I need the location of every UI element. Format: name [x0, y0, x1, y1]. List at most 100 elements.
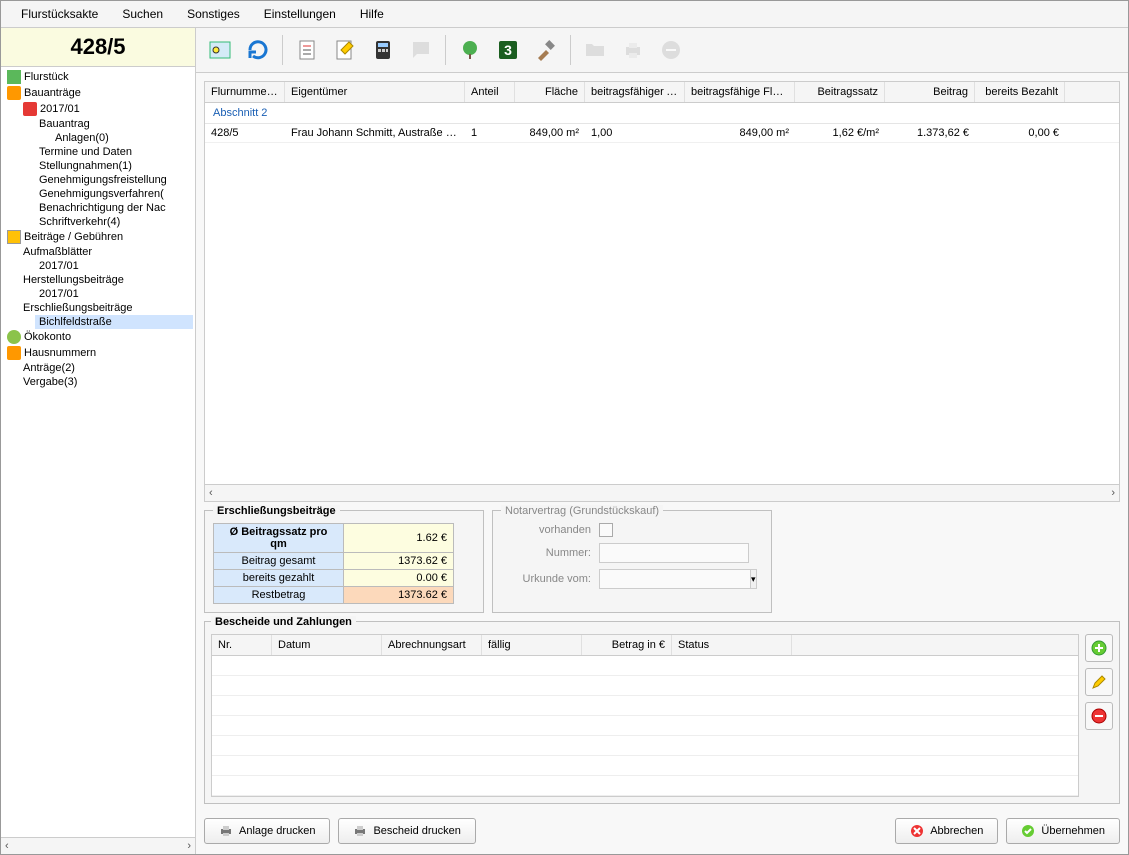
delete-payment-button[interactable]: [1085, 702, 1113, 730]
notar-vorhanden-checkbox[interactable]: [599, 523, 613, 537]
table-row[interactable]: 428/5 Frau Johann Schmitt, Austraße 19..…: [205, 124, 1119, 143]
notar-nummer-input[interactable]: [599, 543, 749, 563]
pth-abrechnung[interactable]: Abrechnungsart: [382, 635, 482, 655]
th-eigentuemer[interactable]: Eigentümer: [285, 82, 465, 102]
table-hscrollbar[interactable]: ‹›: [205, 484, 1119, 501]
tree-benachrichtigung[interactable]: Benachrichtigung der Nac: [35, 201, 193, 215]
tree-beitraege[interactable]: Beiträge / Gebühren: [3, 229, 193, 245]
toolbar-number3-icon[interactable]: 3: [490, 32, 526, 68]
menu-suchen[interactable]: Suchen: [110, 5, 175, 23]
tree-label: Schriftverkehr(4): [39, 216, 120, 228]
pth-datum[interactable]: Datum: [272, 635, 382, 655]
tree-herstellung[interactable]: Herstellungsbeiträge: [19, 273, 193, 287]
cell-beitrag: 1.373,62 €: [885, 124, 975, 142]
sidebar-scrollbar[interactable]: ‹›: [1, 837, 195, 854]
tree-antraege[interactable]: Anträge(2): [19, 361, 193, 375]
tree-vergabe[interactable]: Vergabe(3): [19, 375, 193, 389]
tree-aufmass-2017[interactable]: 2017/01: [35, 259, 193, 273]
tree-oekokonto[interactable]: Ökokonto: [3, 329, 193, 345]
tree-genehmigungsfreistellung[interactable]: Genehmigungsfreistellung: [35, 173, 193, 187]
tree-schriftverkehr[interactable]: Schriftverkehr(4): [35, 215, 193, 229]
abbrechen-button[interactable]: Abbrechen: [895, 818, 998, 844]
tree-label: Bauanträge: [24, 87, 81, 99]
tree-bichlfeld[interactable]: Bichlfeldstraße: [35, 315, 193, 329]
tree-flurstueck[interactable]: Flurstück: [3, 69, 193, 85]
toolbar-refresh-icon[interactable]: [240, 32, 276, 68]
th-flaeche[interactable]: Fläche: [515, 82, 585, 102]
sidebar: 428/5 Flurstück Bauanträge 2017/01 Bauan…: [1, 28, 196, 854]
th-beitrag[interactable]: Beitrag: [885, 82, 975, 102]
th-ba-flaeche[interactable]: beitragsfähige Fläche: [685, 82, 795, 102]
add-payment-button[interactable]: [1085, 634, 1113, 662]
btn-label: Bescheid drucken: [373, 825, 460, 837]
th-ba-anteil[interactable]: beitragsfähiger Anteil: [585, 82, 685, 102]
menu-einstellungen[interactable]: Einstellungen: [252, 5, 348, 23]
menu-sonstiges[interactable]: Sonstiges: [175, 5, 252, 23]
bescheid-drucken-button[interactable]: Bescheid drucken: [338, 818, 475, 844]
tree-label: Bauantrag: [39, 118, 90, 130]
cell-anteil: 1: [465, 124, 515, 142]
edit-payment-button[interactable]: [1085, 668, 1113, 696]
table-body[interactable]: Abschnitt 2 428/5 Frau Johann Schmitt, A…: [205, 103, 1119, 484]
btn-label: Abbrechen: [930, 825, 983, 837]
tree-stellungnahmen[interactable]: Stellungnahmen(1): [35, 159, 193, 173]
tree-bauantrag[interactable]: Bauantrag: [35, 117, 193, 131]
toolbar-calculator-icon[interactable]: [365, 32, 401, 68]
toolbar-document-icon[interactable]: [289, 32, 325, 68]
toolbar-hammer-icon[interactable]: [528, 32, 564, 68]
table-header-row: Flurnummer(n) Eigentümer Anteil Fläche b…: [205, 82, 1119, 103]
tree-anlagen[interactable]: Anlagen(0): [51, 131, 193, 145]
table-section[interactable]: Abschnitt 2: [205, 103, 1119, 124]
notar-urkunde-input[interactable]: [599, 569, 751, 589]
tree-label: Genehmigungsverfahren(: [39, 188, 164, 200]
uebernehmen-button[interactable]: Übernehmen: [1006, 818, 1120, 844]
tree-erschliessung[interactable]: Erschließungsbeiträge: [19, 301, 193, 315]
notar-vorhanden-label: vorhanden: [501, 524, 591, 536]
th-beitragssatz[interactable]: Beitragssatz: [795, 82, 885, 102]
pth-status[interactable]: Status: [672, 635, 792, 655]
menu-hilfe[interactable]: Hilfe: [348, 5, 396, 23]
toolbar-tree-icon[interactable]: [452, 32, 488, 68]
notar-title: Notarvertrag (Grundstückskauf): [501, 505, 663, 517]
cell-beitragssatz: 1,62 €/m²: [795, 124, 885, 142]
summary-panel: Erschließungsbeiträge Ø Beitragssatz pro…: [204, 510, 484, 613]
anlage-drucken-button[interactable]: Anlage drucken: [204, 818, 330, 844]
tree-bauantraege-2017[interactable]: 2017/01: [19, 101, 193, 117]
pth-faellig[interactable]: fällig: [482, 635, 582, 655]
cell-flurnummer: 428/5: [205, 124, 285, 142]
btn-label: Anlage drucken: [239, 825, 315, 837]
tree-label: Erschließungsbeiträge: [23, 302, 132, 314]
pth-nr[interactable]: Nr.: [212, 635, 272, 655]
th-flurnummer[interactable]: Flurnummer(n): [205, 82, 285, 102]
menu-flurstuecksakte[interactable]: Flurstücksakte: [9, 5, 110, 23]
summary-rate-label: Ø Beitragssatz pro qm: [214, 524, 344, 553]
tree-bauantraege[interactable]: Bauanträge: [3, 85, 193, 101]
payments-panel: Bescheide und Zahlungen Nr. Datum Abrech…: [204, 621, 1120, 804]
svg-text:3: 3: [504, 42, 512, 58]
tree-view[interactable]: Flurstück Bauanträge 2017/01 Bauantrag A…: [1, 67, 195, 837]
summary-rest-label: Restbetrag: [214, 587, 344, 604]
th-bezahlt[interactable]: bereits Bezahlt: [975, 82, 1065, 102]
tree-label: 2017/01: [39, 288, 79, 300]
tree-label: Ökokonto: [24, 331, 71, 343]
toolbar: 3: [196, 28, 1128, 73]
tree-hausnummern[interactable]: Hausnummern: [3, 345, 193, 361]
cell-eigentuemer: Frau Johann Schmitt, Austraße 19...: [285, 124, 465, 142]
summary-rest-value: 1373.62 €: [344, 587, 454, 604]
tree-genehmigungsverfahren[interactable]: Genehmigungsverfahren(: [35, 187, 193, 201]
notar-nummer-label: Nummer:: [501, 547, 591, 559]
cell-ba-flaeche: 849,00 m²: [685, 124, 795, 142]
pth-betrag[interactable]: Betrag in €: [582, 635, 672, 655]
tree-termine[interactable]: Termine und Daten: [35, 145, 193, 159]
tree-herstellung-2017[interactable]: 2017/01: [35, 287, 193, 301]
payments-table[interactable]: Nr. Datum Abrechnungsart fällig Betrag i…: [211, 634, 1079, 797]
th-anteil[interactable]: Anteil: [465, 82, 515, 102]
print-icon: [353, 824, 367, 838]
tree-aufmass[interactable]: Aufmaßblätter: [19, 245, 193, 259]
toolbar-edit-icon[interactable]: [327, 32, 363, 68]
tree-label: Bichlfeldstraße: [39, 316, 112, 328]
tree-label: Hausnummern: [24, 347, 96, 359]
summary-title: Erschließungsbeiträge: [213, 505, 340, 517]
toolbar-map-icon[interactable]: [202, 32, 238, 68]
calendar-icon[interactable]: ▾: [751, 569, 757, 589]
